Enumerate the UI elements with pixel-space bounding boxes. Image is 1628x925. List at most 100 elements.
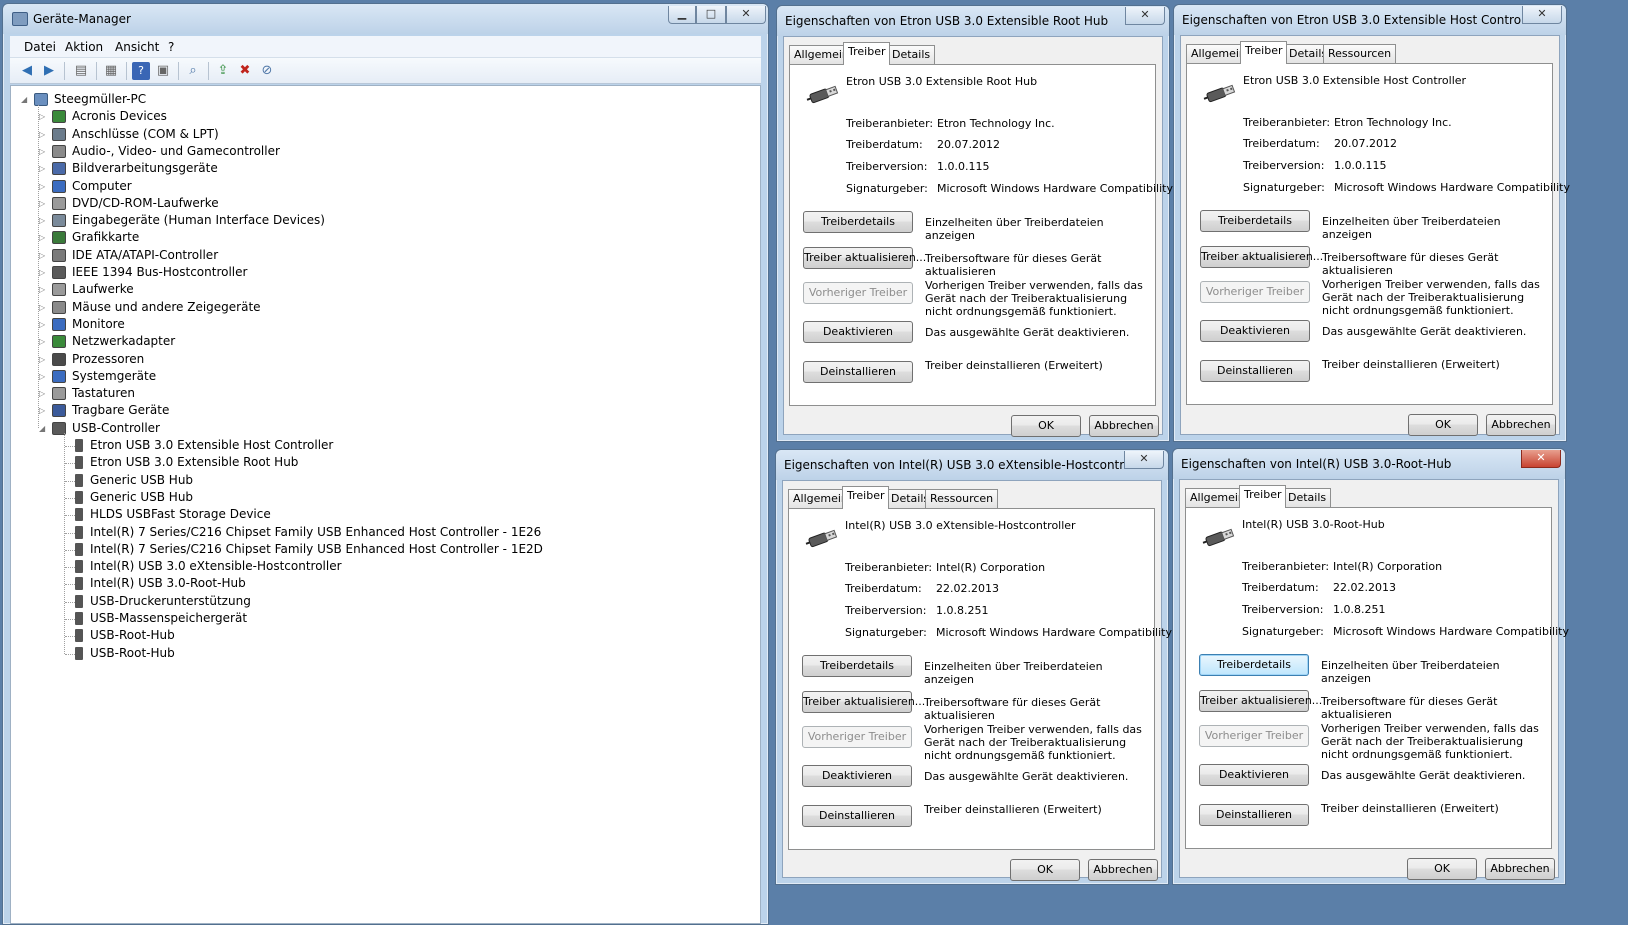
dialog-title-bar[interactable]: Eigenschaften von Etron USB 3.0 Extensib… xyxy=(777,6,1169,36)
tab-driver[interactable]: Treiber xyxy=(1240,41,1288,64)
expand-arrow-icon[interactable]: ▷ xyxy=(39,178,49,195)
menu-ansicht[interactable]: Ansicht xyxy=(115,40,159,54)
btn-uninstall[interactable]: Deinstallieren xyxy=(1200,360,1310,382)
btn-rollback[interactable]: Vorheriger Treiber xyxy=(1200,281,1310,303)
expand-arrow-icon[interactable]: ▷ xyxy=(39,108,49,125)
expand-arrow-icon[interactable]: ▷ xyxy=(39,402,49,419)
expand-arrow-icon[interactable]: ▷ xyxy=(39,281,49,298)
btn-update[interactable]: Treiber aktualisieren... xyxy=(803,247,926,269)
update-driver-icon[interactable]: ⇪ xyxy=(214,62,232,80)
menu-help[interactable]: ? xyxy=(168,40,174,54)
close-button[interactable]: ✕ xyxy=(726,6,766,24)
minimize-button[interactable]: ▁ xyxy=(668,6,696,24)
ok-button[interactable]: OK xyxy=(1408,414,1478,436)
view-icon[interactable]: ▣ xyxy=(154,62,172,80)
dialog-title: Eigenschaften von Intel(R) USB 3.0-Root-… xyxy=(1181,457,1452,471)
prop-label-provider: Treiberanbieter: xyxy=(1243,116,1331,129)
tab-driver[interactable]: Treiber xyxy=(842,486,890,509)
maximize-button[interactable]: □ xyxy=(696,6,726,24)
tree-connector xyxy=(65,480,75,482)
btn-update[interactable]: Treiber aktualisieren... xyxy=(1200,246,1323,268)
dialog-close-button[interactable]: ✕ xyxy=(1522,6,1562,24)
desc-details: Einzelheiten über Treiberdateien anzeige… xyxy=(1322,215,1501,241)
device-category-icon xyxy=(52,317,66,331)
dialog-title-bar[interactable]: Eigenschaften von Intel(R) USB 3.0 eXten… xyxy=(776,450,1168,480)
desc-details: Einzelheiten über Treiberdateien anzeige… xyxy=(924,660,1103,686)
btn-update[interactable]: Treiber aktualisieren... xyxy=(802,691,925,713)
expand-arrow-icon[interactable]: ▷ xyxy=(39,299,49,316)
btn-disable[interactable]: Deaktivieren xyxy=(1199,764,1309,786)
properties-icon[interactable]: ▦ xyxy=(102,62,120,80)
btn-uninstall[interactable]: Deinstallieren xyxy=(802,805,912,827)
expand-arrow-icon[interactable]: ▷ xyxy=(39,333,49,350)
btn-rollback[interactable]: Vorheriger Treiber xyxy=(803,282,913,304)
cancel-button[interactable]: Abbrechen xyxy=(1088,859,1158,881)
device-category-icon xyxy=(52,144,66,158)
dialog-close-button[interactable]: ✕ xyxy=(1521,450,1561,468)
expand-arrow-icon[interactable]: ▷ xyxy=(39,143,49,160)
expand-arrow-icon[interactable]: ▷ xyxy=(39,195,49,212)
back-arrow-icon[interactable]: ◀ xyxy=(18,62,36,80)
tree-connector xyxy=(65,549,75,551)
ok-button[interactable]: OK xyxy=(1407,858,1477,880)
tree-category-label: Laufwerke xyxy=(72,282,134,297)
btn-disable[interactable]: Deaktivieren xyxy=(802,765,912,787)
cancel-button[interactable]: Abbrechen xyxy=(1089,415,1159,437)
dialog-close-button[interactable]: ✕ xyxy=(1124,451,1164,469)
tab-details[interactable]: Details xyxy=(1283,488,1332,507)
device-category-icon xyxy=(52,231,66,245)
expand-arrow-icon[interactable]: ▷ xyxy=(39,212,49,229)
cancel-button[interactable]: Abbrechen xyxy=(1485,858,1555,880)
uninstall-icon[interactable]: ✖ xyxy=(236,62,254,80)
btn-uninstall[interactable]: Deinstallieren xyxy=(803,361,913,383)
help-icon[interactable]: ? xyxy=(132,62,150,80)
disable-icon[interactable]: ⊘ xyxy=(258,62,276,80)
desc-update: Treibersoftware für dieses Gerät aktuali… xyxy=(924,696,1101,722)
expand-arrow-icon[interactable]: ▷ xyxy=(39,385,49,402)
ok-button[interactable]: OK xyxy=(1010,859,1080,881)
menu-datei[interactable]: Datei xyxy=(24,40,56,54)
tab-resources[interactable]: Ressourcen xyxy=(1323,44,1397,63)
collapse-arrow-icon[interactable]: ◢ xyxy=(21,91,31,108)
dialog-title-bar[interactable]: Eigenschaften von Etron USB 3.0 Extensib… xyxy=(1174,5,1566,35)
tab-driver[interactable]: Treiber xyxy=(843,42,891,65)
expand-arrow-icon[interactable]: ▷ xyxy=(39,160,49,177)
btn-details[interactable]: Treiberdetails xyxy=(1200,210,1310,232)
expand-arrow-icon[interactable]: ▷ xyxy=(39,229,49,246)
prop-value-signer: Microsoft Windows Hardware Compatibility xyxy=(1334,181,1570,194)
expand-arrow-icon[interactable]: ▷ xyxy=(39,247,49,264)
tree-usb-device-label: Etron USB 3.0 Extensible Root Hub xyxy=(90,455,299,470)
prop-label-signer: Signaturgeber: xyxy=(845,626,927,639)
expand-arrow-icon[interactable]: ▷ xyxy=(39,264,49,281)
btn-details[interactable]: Treiberdetails xyxy=(803,211,913,233)
scan-hardware-icon[interactable]: ⌕ xyxy=(184,62,202,80)
collapse-arrow-icon[interactable]: ◢ xyxy=(39,420,49,437)
btn-details[interactable]: Treiberdetails xyxy=(1199,654,1309,676)
dialog-close-button[interactable]: ✕ xyxy=(1125,7,1165,25)
btn-update[interactable]: Treiber aktualisieren... xyxy=(1199,690,1322,712)
btn-details[interactable]: Treiberdetails xyxy=(802,655,912,677)
btn-rollback[interactable]: Vorheriger Treiber xyxy=(1199,725,1309,747)
dialog-title-bar[interactable]: Eigenschaften von Intel(R) USB 3.0-Root-… xyxy=(1173,449,1565,479)
tab-details[interactable]: Details xyxy=(887,45,936,64)
expand-arrow-icon[interactable]: ▷ xyxy=(39,126,49,143)
expand-arrow-icon[interactable]: ▷ xyxy=(39,368,49,385)
desc-uninstall: Treiber deinstallieren (Erweitert) xyxy=(1321,802,1499,815)
btn-uninstall[interactable]: Deinstallieren xyxy=(1199,804,1309,826)
expand-arrow-icon[interactable]: ▷ xyxy=(39,316,49,333)
forward-arrow-icon[interactable]: ▶ xyxy=(40,62,58,80)
title-bar[interactable]: Geräte-Manager ▁ □ ✕ xyxy=(3,4,768,34)
show-hide-tree-icon[interactable]: ▤ xyxy=(72,62,90,80)
prop-value-provider: Intel(R) Corporation xyxy=(936,561,1046,574)
btn-rollback[interactable]: Vorheriger Treiber xyxy=(802,726,912,748)
tab-resources[interactable]: Ressourcen xyxy=(925,489,999,508)
btn-disable[interactable]: Deaktivieren xyxy=(803,321,913,343)
expand-arrow-icon[interactable]: ▷ xyxy=(39,351,49,368)
menu-aktion[interactable]: Aktion xyxy=(65,40,103,54)
tree-category-label: Computer xyxy=(72,178,132,193)
btn-disable[interactable]: Deaktivieren xyxy=(1200,320,1310,342)
tab-driver[interactable]: Treiber xyxy=(1239,485,1287,508)
ok-button[interactable]: OK xyxy=(1011,415,1081,437)
device-category-icon xyxy=(52,127,66,141)
cancel-button[interactable]: Abbrechen xyxy=(1486,414,1556,436)
